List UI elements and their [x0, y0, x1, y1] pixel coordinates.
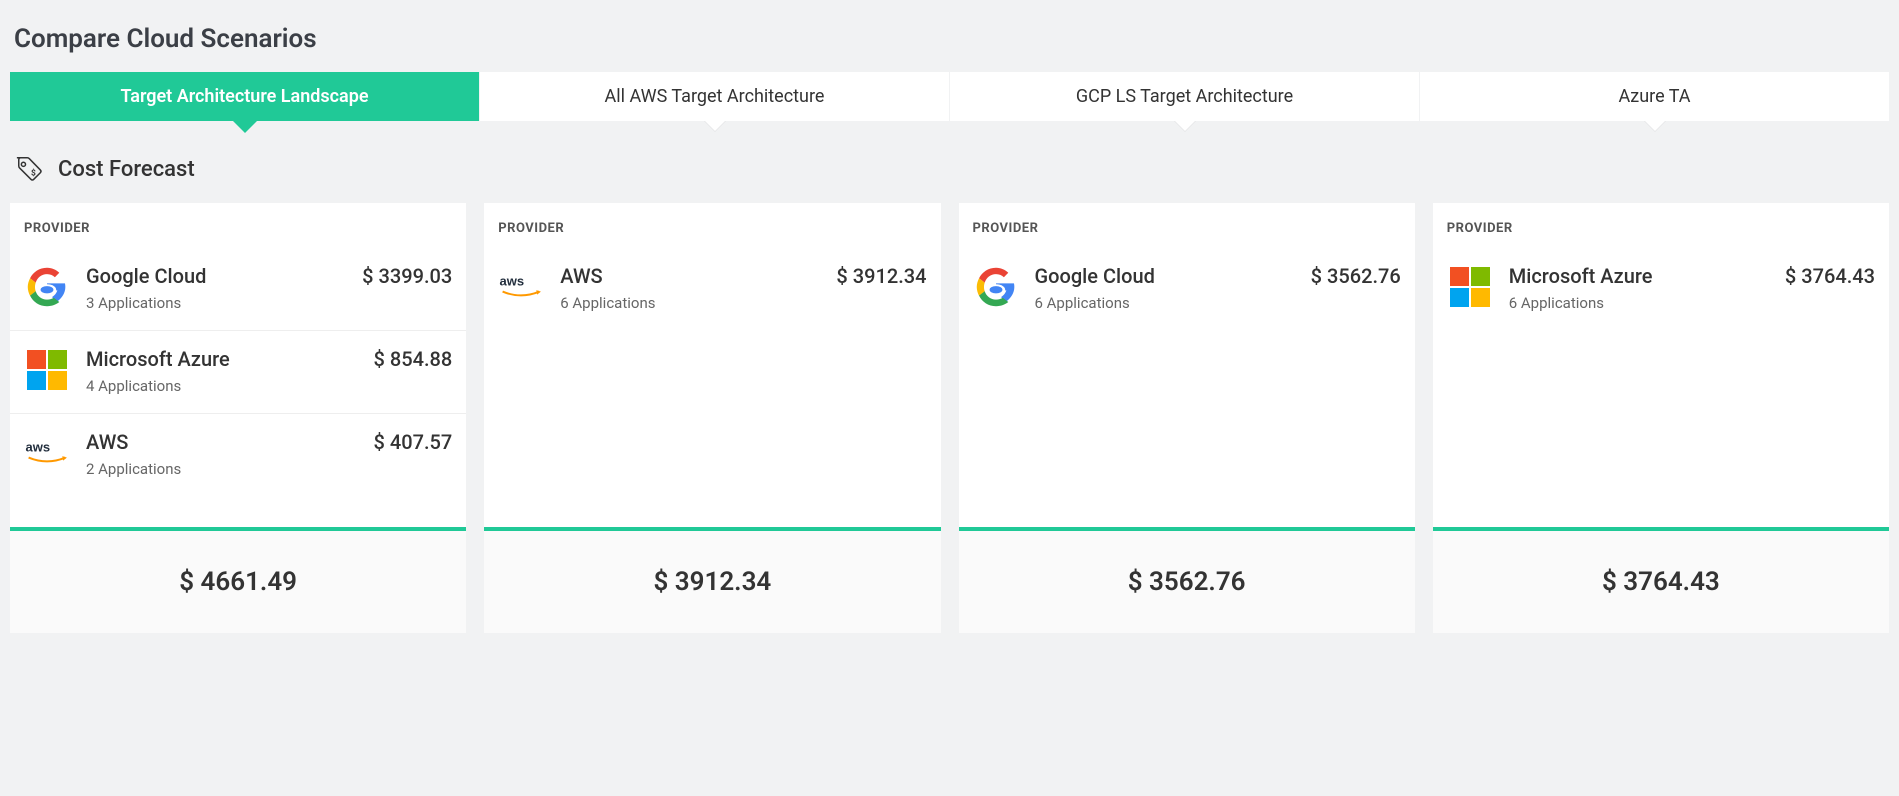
price-tag-icon: $	[14, 153, 46, 185]
provider-apps: 4 Applications	[86, 377, 358, 395]
provider-apps: 6 Applications	[1035, 294, 1295, 312]
scenario-card: PROVIDER Google Cloud 3 Applications $ 339…	[10, 203, 466, 633]
tabs: Target Architecture LandscapeAll AWS Tar…	[10, 72, 1889, 121]
columns: PROVIDER Google Cloud 3 Applications $ 339…	[10, 203, 1889, 633]
scenario-total: $ 4661.49	[10, 527, 466, 633]
provider-row[interactable]: aws AWS 6 Applications $ 3912.34	[484, 248, 940, 330]
scenario-card: PROVIDER Microsoft Azure 6 Applications $ 3…	[1433, 203, 1889, 633]
tab-3[interactable]: Azure TA	[1420, 72, 1889, 121]
scenario-card: PROVIDER Google Cloud 6 Applications $ 356…	[959, 203, 1415, 633]
tab-0[interactable]: Target Architecture Landscape	[10, 72, 479, 121]
provider-name: Google Cloud	[1035, 264, 1295, 288]
provider-info: Google Cloud 3 Applications	[86, 264, 346, 312]
tab-1[interactable]: All AWS Target Architecture	[480, 72, 949, 121]
provider-cost: $ 3562.76	[1311, 264, 1401, 288]
scenario-total: $ 3764.43	[1433, 527, 1889, 633]
provider-info: Microsoft Azure 4 Applications	[86, 347, 358, 395]
provider-apps: 6 Applications	[560, 294, 820, 312]
scenario-card: PROVIDER aws AWS 6 Applications $ 3912.34 $…	[484, 203, 940, 633]
provider-header: PROVIDER	[959, 203, 1415, 248]
svg-text:aws: aws	[500, 273, 525, 288]
aws-logo-icon: aws	[24, 430, 70, 476]
provider-cost: $ 3399.03	[362, 264, 452, 288]
aws-logo-icon: aws	[498, 264, 544, 310]
page-title: Compare Cloud Scenarios	[10, 10, 1889, 72]
azure-logo-icon	[1447, 264, 1493, 310]
provider-cost: $ 3912.34	[836, 264, 926, 288]
scenario-total: $ 3562.76	[959, 527, 1415, 633]
provider-name: Microsoft Azure	[86, 347, 358, 371]
azure-logo-icon	[24, 347, 70, 393]
provider-cost: $ 854.88	[374, 347, 453, 371]
tab-2[interactable]: GCP LS Target Architecture	[950, 72, 1419, 121]
provider-info: AWS 2 Applications	[86, 430, 358, 478]
provider-name: AWS	[560, 264, 820, 288]
provider-info: Microsoft Azure 6 Applications	[1509, 264, 1769, 312]
provider-row[interactable]: Microsoft Azure 4 Applications $ 854.88	[10, 331, 466, 414]
section-header: $ Cost Forecast	[10, 121, 1889, 203]
provider-header: PROVIDER	[484, 203, 940, 248]
provider-apps: 2 Applications	[86, 460, 358, 478]
provider-header: PROVIDER	[10, 203, 466, 248]
provider-row[interactable]: Google Cloud 6 Applications $ 3562.76	[959, 248, 1415, 330]
provider-list: Google Cloud 6 Applications $ 3562.76	[959, 248, 1415, 527]
provider-info: Google Cloud 6 Applications	[1035, 264, 1295, 312]
svg-text:aws: aws	[26, 439, 51, 454]
provider-info: AWS 6 Applications	[560, 264, 820, 312]
provider-list: Google Cloud 3 Applications $ 3399.03 Micro…	[10, 248, 466, 527]
provider-apps: 3 Applications	[86, 294, 346, 312]
provider-cost: $ 407.57	[374, 430, 453, 454]
provider-list: Microsoft Azure 6 Applications $ 3764.43	[1433, 248, 1889, 527]
scenario-total: $ 3912.34	[484, 527, 940, 633]
provider-list: aws AWS 6 Applications $ 3912.34	[484, 248, 940, 527]
provider-row[interactable]: Microsoft Azure 6 Applications $ 3764.43	[1433, 248, 1889, 330]
google-logo-icon	[973, 264, 1019, 310]
provider-name: AWS	[86, 430, 358, 454]
provider-name: Google Cloud	[86, 264, 346, 288]
provider-header: PROVIDER	[1433, 203, 1889, 248]
provider-cost: $ 3764.43	[1785, 264, 1875, 288]
section-title: Cost Forecast	[58, 157, 195, 182]
provider-row[interactable]: Google Cloud 3 Applications $ 3399.03	[10, 248, 466, 331]
provider-apps: 6 Applications	[1509, 294, 1769, 312]
google-logo-icon	[24, 264, 70, 310]
svg-text:$: $	[31, 168, 36, 179]
provider-row[interactable]: aws AWS 2 Applications $ 407.57	[10, 414, 466, 496]
provider-name: Microsoft Azure	[1509, 264, 1769, 288]
